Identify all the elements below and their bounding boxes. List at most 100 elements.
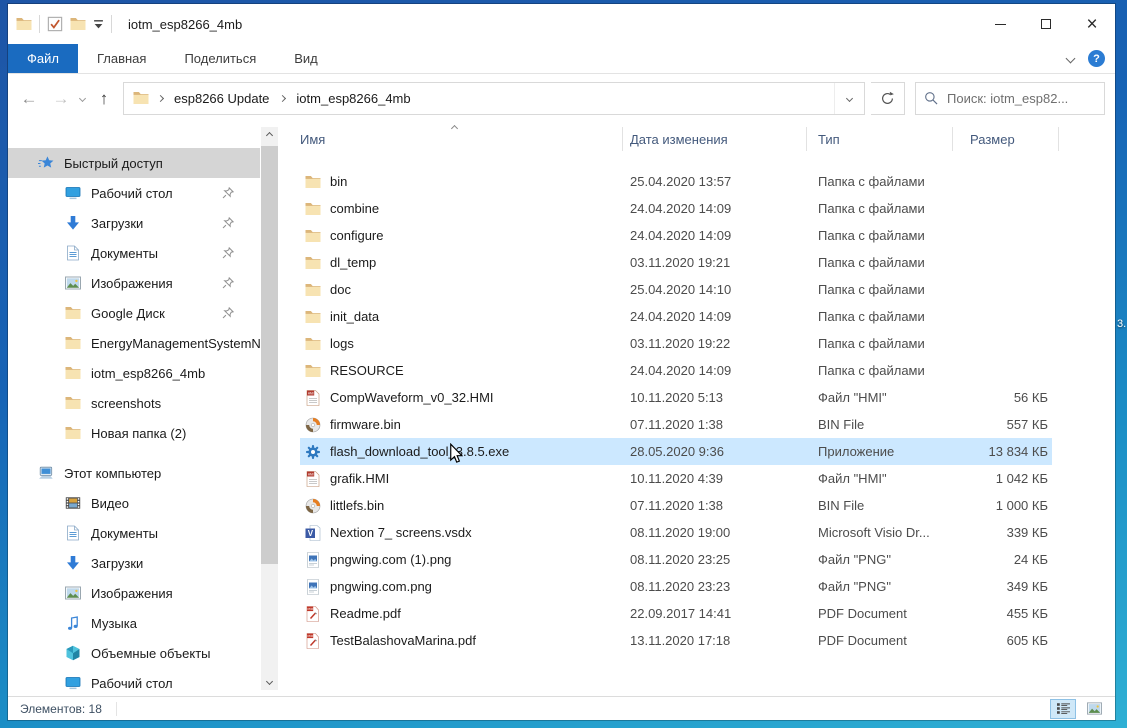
- sidebar-item[interactable]: Изображения: [8, 268, 260, 298]
- file-size: 56 КБ: [952, 390, 1048, 405]
- file-row[interactable]: HMIgrafik.HMI10.11.2020 4:39Файл "HMI"1 …: [300, 465, 1052, 492]
- file-date: 28.05.2020 9:36: [630, 444, 818, 459]
- sidebar-item[interactable]: Новая папка (2): [8, 418, 260, 448]
- file-row[interactable]: pngwing.com (1).png08.11.2020 23:25Файл …: [300, 546, 1052, 573]
- address-dropdown-button[interactable]: [834, 83, 864, 114]
- sidebar-item[interactable]: EnergyManagementSystemN: [8, 328, 260, 358]
- sidebar-item[interactable]: Объемные объекты: [8, 638, 260, 668]
- file-row[interactable]: PDFTestBalashovaMarina.pdf13.11.2020 17:…: [300, 627, 1052, 654]
- ribbon-collapse-icon[interactable]: [1066, 54, 1076, 64]
- close-icon: ×: [1086, 15, 1097, 34]
- file-row[interactable]: PDFReadme.pdf22.09.2017 14:41PDF Documen…: [300, 600, 1052, 627]
- column-label: Размер: [970, 132, 1015, 147]
- sidebar-scrollbar[interactable]: [261, 127, 278, 690]
- sidebar-item-label: Рабочий стол: [91, 676, 173, 691]
- up-button[interactable]: ↑: [91, 90, 117, 107]
- sidebar-item-label: Этот компьютер: [64, 466, 161, 481]
- thumbnails-view-button[interactable]: [1081, 699, 1107, 719]
- file-row[interactable]: firmware.bin07.11.2020 1:38BIN File557 К…: [300, 411, 1052, 438]
- qat-customize-icon[interactable]: [93, 19, 104, 30]
- close-button[interactable]: ×: [1069, 4, 1115, 44]
- scrollbar-thumb[interactable]: [261, 146, 278, 564]
- file-name: Nextion 7_ screens.vsdx: [330, 525, 472, 540]
- folder-icon: [65, 365, 81, 381]
- file-name: CompWaveform_v0_32.HMI: [330, 390, 494, 405]
- help-icon[interactable]: ?: [1088, 50, 1105, 67]
- recent-locations-icon[interactable]: [79, 94, 86, 101]
- file-name: logs: [330, 336, 354, 351]
- file-type: Папка с файлами: [818, 174, 952, 189]
- scroll-down-button[interactable]: [261, 673, 278, 690]
- column-label: Тип: [818, 132, 840, 147]
- sidebar-item[interactable]: screenshots: [8, 388, 260, 418]
- sidebar-item[interactable]: Видео: [8, 488, 260, 518]
- sidebar-item[interactable]: Документы: [8, 518, 260, 548]
- file-row[interactable]: doc25.04.2020 14:10Папка с файлами: [300, 276, 1052, 303]
- file-row[interactable]: logs03.11.2020 19:22Папка с файлами: [300, 330, 1052, 357]
- file-rows: bin25.04.2020 13:57Папка с файламиcombin…: [280, 168, 1115, 654]
- sidebar-item[interactable]: iotm_esp8266_4mb: [8, 358, 260, 388]
- folder-icon: [305, 336, 321, 352]
- file-row[interactable]: flash_download_tool_3.8.5.exe28.05.2020 …: [300, 438, 1052, 465]
- tab-file[interactable]: Файл: [8, 44, 78, 73]
- pdf-file-icon: PDF: [305, 633, 321, 649]
- folder-icon: [305, 282, 321, 298]
- file-name: configure: [330, 228, 383, 243]
- file-row[interactable]: littlefs.bin07.11.2020 1:38BIN File1 000…: [300, 492, 1052, 519]
- sidebar-item[interactable]: Изображения: [8, 578, 260, 608]
- column-header-size[interactable]: Размер: [970, 122, 1015, 156]
- sidebar-item-label: Объемные объекты: [91, 646, 211, 661]
- sidebar-item[interactable]: Загрузки: [8, 548, 260, 578]
- search-input[interactable]: [947, 91, 1096, 106]
- file-row[interactable]: VNextion 7_ screens.vsdx08.11.2020 19:00…: [300, 519, 1052, 546]
- column-divider[interactable]: [806, 127, 807, 151]
- sidebar-item[interactable]: Быстрый доступ: [8, 148, 260, 178]
- file-row[interactable]: configure24.04.2020 14:09Папка с файлами: [300, 222, 1052, 249]
- column-header-type[interactable]: Тип: [818, 122, 840, 156]
- column-divider[interactable]: [952, 127, 953, 151]
- sidebar-item-label: Изображения: [91, 276, 173, 291]
- breadcrumb-item[interactable]: esp8266 Update: [172, 91, 271, 106]
- properties-checkbox-icon[interactable]: [47, 16, 63, 32]
- sidebar-item[interactable]: Рабочий стол: [8, 668, 260, 698]
- file-row[interactable]: init_data24.04.2020 14:09Папка с файлами: [300, 303, 1052, 330]
- file-type: Файл "PNG": [818, 579, 952, 594]
- folder-icon: [65, 335, 81, 351]
- column-header-date[interactable]: Дата изменения: [630, 122, 728, 156]
- minimize-button[interactable]: [977, 4, 1023, 44]
- file-row[interactable]: pngwing.com.png08.11.2020 23:23Файл "PNG…: [300, 573, 1052, 600]
- file-date: 03.11.2020 19:21: [630, 255, 818, 270]
- column-label: Имя: [300, 132, 325, 147]
- tab-share[interactable]: Поделиться: [165, 44, 275, 73]
- sidebar-item[interactable]: Google Диск: [8, 298, 260, 328]
- column-header-name[interactable]: Имя: [300, 122, 325, 156]
- file-row[interactable]: combine24.04.2020 14:09Папка с файлами: [300, 195, 1052, 222]
- sidebar-item[interactable]: Загрузки: [8, 208, 260, 238]
- folder-icon: [65, 425, 81, 441]
- sidebar-item[interactable]: Этот компьютер: [8, 458, 260, 488]
- forward-button[interactable]: →: [48, 90, 74, 107]
- refresh-button[interactable]: [871, 82, 905, 115]
- divider: [111, 15, 112, 33]
- address-bar[interactable]: esp8266 Update iotm_esp8266_4mb: [123, 82, 865, 115]
- new-folder-icon[interactable]: [70, 16, 86, 32]
- back-button[interactable]: ←: [16, 90, 42, 107]
- sidebar-item[interactable]: Рабочий стол: [8, 178, 260, 208]
- breadcrumb-chevron-icon: [279, 94, 286, 101]
- breadcrumb-item[interactable]: iotm_esp8266_4mb: [294, 91, 412, 106]
- sidebar-item[interactable]: Документы: [8, 238, 260, 268]
- file-row[interactable]: dl_temp03.11.2020 19:21Папка с файлами: [300, 249, 1052, 276]
- column-divider[interactable]: [622, 127, 623, 151]
- file-type: Папка с файлами: [818, 228, 952, 243]
- file-row[interactable]: RESOURCE24.04.2020 14:09Папка с файлами: [300, 357, 1052, 384]
- scroll-up-button[interactable]: [261, 127, 278, 144]
- file-name-cell: HMIgrafik.HMI: [300, 471, 630, 487]
- column-divider[interactable]: [1058, 127, 1059, 151]
- tab-home[interactable]: Главная: [78, 44, 165, 73]
- file-row[interactable]: HMICompWaveform_v0_32.HMI10.11.2020 5:13…: [300, 384, 1052, 411]
- sidebar-item[interactable]: Музыка: [8, 608, 260, 638]
- file-row[interactable]: bin25.04.2020 13:57Папка с файлами: [300, 168, 1052, 195]
- tab-view[interactable]: Вид: [275, 44, 337, 73]
- maximize-button[interactable]: [1023, 4, 1069, 44]
- details-view-button[interactable]: [1050, 699, 1076, 719]
